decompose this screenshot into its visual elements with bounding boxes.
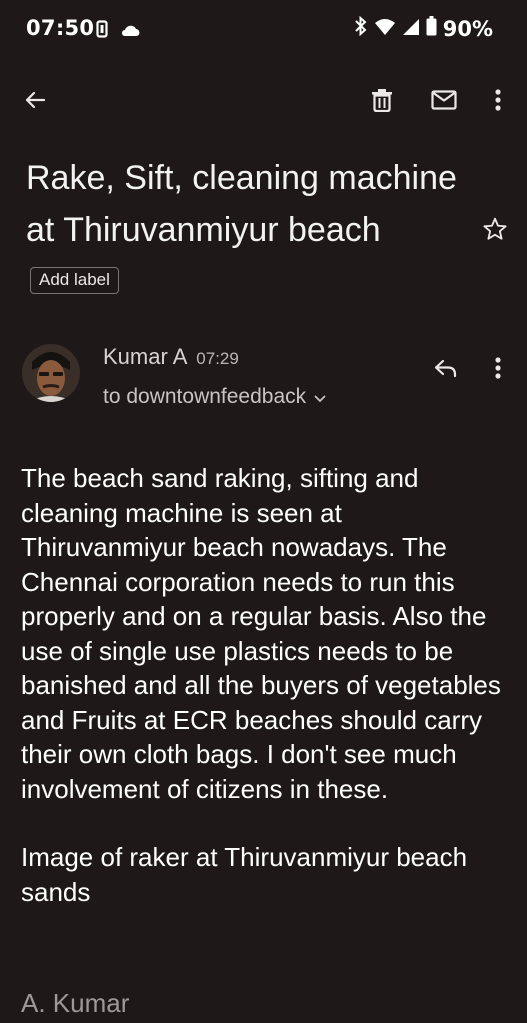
cloud-icon bbox=[120, 22, 142, 41]
mark-unread-icon[interactable] bbox=[424, 80, 464, 120]
signature: A. Kumar bbox=[21, 988, 130, 1018]
more-vert-icon[interactable] bbox=[478, 80, 518, 120]
signal-icon bbox=[402, 17, 420, 41]
star-icon[interactable] bbox=[482, 216, 508, 246]
status-bar: 07:50 90% bbox=[0, 0, 527, 62]
avatar[interactable] bbox=[22, 344, 80, 402]
sent-time: 07:29 bbox=[196, 349, 239, 368]
reply-icon[interactable] bbox=[426, 348, 466, 388]
battery-percent: 90% bbox=[442, 16, 493, 41]
battery-icon bbox=[426, 16, 437, 41]
email-body: The beach sand raking, sifting and clean… bbox=[21, 461, 511, 909]
email-subject: Rake, Sift, cleaning machine at Thiruvan… bbox=[26, 152, 476, 308]
delete-icon[interactable] bbox=[362, 80, 402, 120]
body-paragraph: Image of raker at Thiruvanmiyur beach sa… bbox=[21, 842, 468, 907]
subject-text: Rake, Sift, cleaning machine at Thiruvan… bbox=[26, 159, 457, 249]
sender-name: Kumar A bbox=[103, 344, 187, 369]
body-paragraph: The beach sand raking, sifting and clean… bbox=[21, 463, 501, 804]
wifi-icon bbox=[374, 17, 396, 41]
sender-line: Kumar A 07:29 bbox=[103, 344, 239, 370]
add-label-button[interactable]: Add label bbox=[30, 267, 119, 294]
email-toolbar bbox=[0, 70, 527, 134]
chevron-down-icon bbox=[314, 385, 326, 409]
recipient-details-toggle[interactable]: to downtownfeedback bbox=[103, 385, 326, 409]
vibrate-icon bbox=[96, 20, 108, 42]
back-arrow-icon[interactable] bbox=[15, 80, 55, 120]
recipient-text: to downtownfeedback bbox=[103, 385, 307, 408]
status-time: 07:50 bbox=[26, 16, 95, 40]
bluetooth-icon bbox=[354, 15, 368, 41]
message-more-icon[interactable] bbox=[478, 348, 518, 388]
